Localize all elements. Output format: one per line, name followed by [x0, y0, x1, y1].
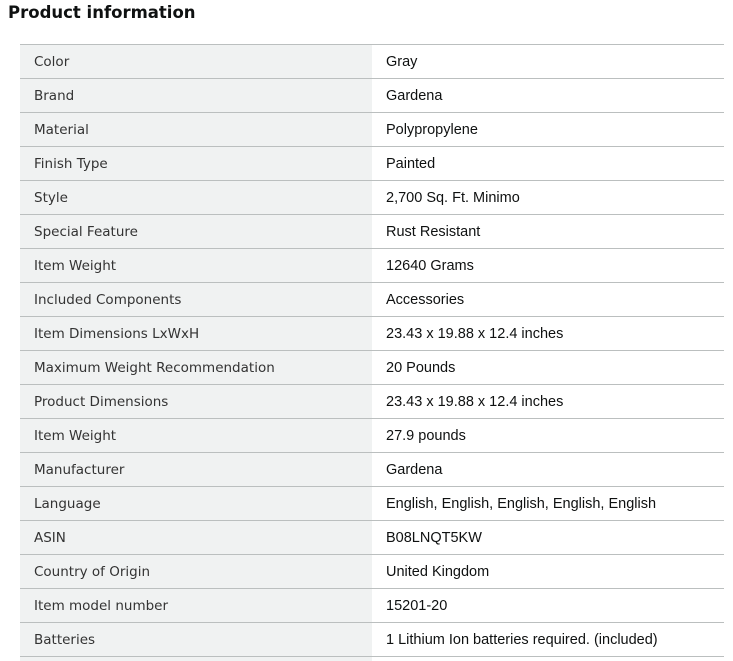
table-row-partial [20, 657, 724, 661]
row-label: Color [20, 45, 372, 78]
table-row: Item model number 15201-20 [20, 589, 724, 623]
row-label: Country of Origin [20, 555, 372, 588]
table-row: Brand Gardena [20, 79, 724, 113]
table-row: Item Dimensions LxWxH 23.43 x 19.88 x 12… [20, 317, 724, 351]
row-label: Item Weight [20, 249, 372, 282]
table-row: Color Gray [20, 45, 724, 79]
row-value: 2,700 Sq. Ft. Minimo [372, 181, 724, 214]
row-label: Product Dimensions [20, 385, 372, 418]
row-value: Gray [372, 45, 724, 78]
row-value: English, English, English, English, Engl… [372, 487, 724, 520]
row-value: 23.43 x 19.88 x 12.4 inches [372, 385, 724, 418]
row-value: Polypropylene [372, 113, 724, 146]
row-value: 12640 Grams [372, 249, 724, 282]
page-title: Product information [8, 3, 196, 22]
table-row: Finish Type Painted [20, 147, 724, 181]
table-row: Style 2,700 Sq. Ft. Minimo [20, 181, 724, 215]
row-value: United Kingdom [372, 555, 724, 588]
table-row: Material Polypropylene [20, 113, 724, 147]
row-label: Maximum Weight Recommendation [20, 351, 372, 384]
table-row: Manufacturer Gardena [20, 453, 724, 487]
row-label: Finish Type [20, 147, 372, 180]
row-value: 15201-20 [372, 589, 724, 622]
row-value-partial [372, 657, 724, 661]
table-row: ASIN B08LNQT5KW [20, 521, 724, 555]
table-row: Language English, English, English, Engl… [20, 487, 724, 521]
row-label: Item Weight [20, 419, 372, 452]
row-value: Accessories [372, 283, 724, 316]
table-row: Batteries 1 Lithium Ion batteries requir… [20, 623, 724, 657]
row-label: Language [20, 487, 372, 520]
product-information-page: Product information Color Gray Brand Gar… [0, 0, 733, 661]
row-value: 1 Lithium Ion batteries required. (inclu… [372, 623, 724, 656]
table-row: Maximum Weight Recommendation 20 Pounds [20, 351, 724, 385]
table-row: Special Feature Rust Resistant [20, 215, 724, 249]
table-row: Included Components Accessories [20, 283, 724, 317]
table-row: Item Weight 27.9 pounds [20, 419, 724, 453]
row-value: 20 Pounds [372, 351, 724, 384]
row-label: Special Feature [20, 215, 372, 248]
row-label: Manufacturer [20, 453, 372, 486]
row-label: Item model number [20, 589, 372, 622]
row-label: Material [20, 113, 372, 146]
row-label: ASIN [20, 521, 372, 554]
row-label: Brand [20, 79, 372, 112]
row-value: Gardena [372, 453, 724, 486]
row-label: Batteries [20, 623, 372, 656]
table-row: Item Weight 12640 Grams [20, 249, 724, 283]
row-value: Painted [372, 147, 724, 180]
table-row: Product Dimensions 23.43 x 19.88 x 12.4 … [20, 385, 724, 419]
table-row: Country of Origin United Kingdom [20, 555, 724, 589]
row-label-partial [20, 657, 372, 661]
row-value: Rust Resistant [372, 215, 724, 248]
row-value: 27.9 pounds [372, 419, 724, 452]
row-value: B08LNQT5KW [372, 521, 724, 554]
row-label: Item Dimensions LxWxH [20, 317, 372, 350]
row-value: 23.43 x 19.88 x 12.4 inches [372, 317, 724, 350]
row-label: Style [20, 181, 372, 214]
row-label: Included Components [20, 283, 372, 316]
row-value: Gardena [372, 79, 724, 112]
product-information-table: Color Gray Brand Gardena Material Polypr… [20, 44, 724, 661]
